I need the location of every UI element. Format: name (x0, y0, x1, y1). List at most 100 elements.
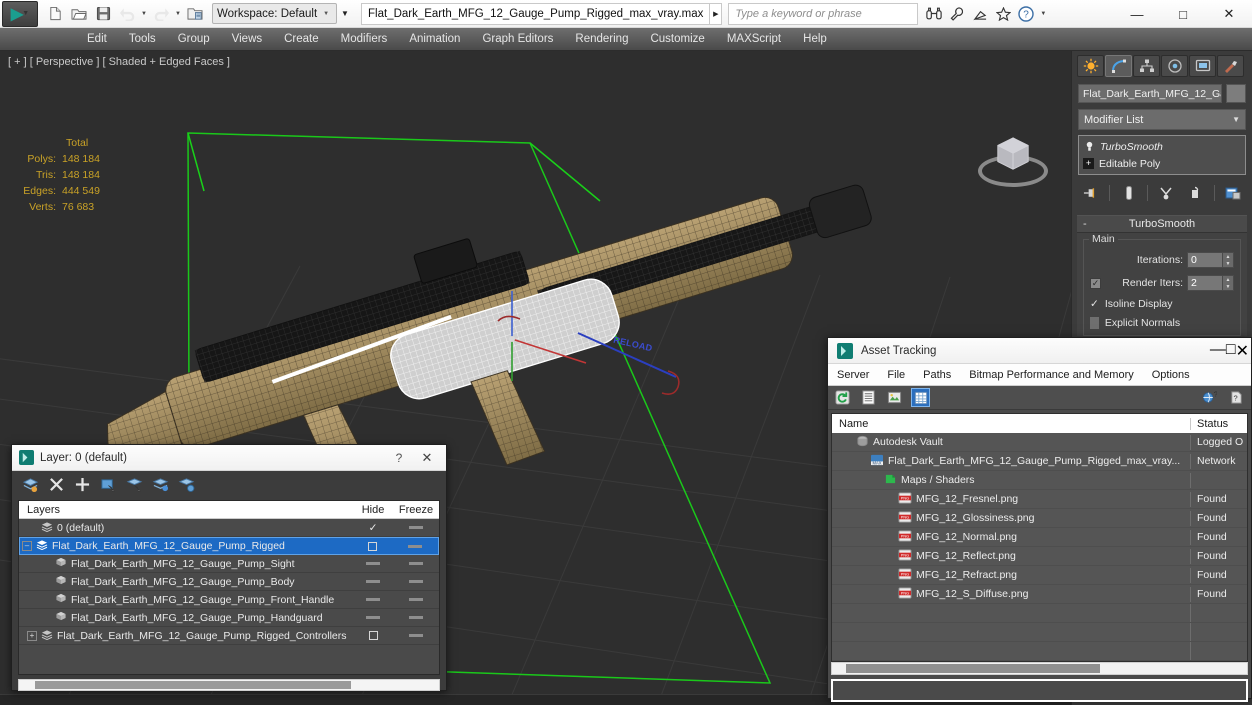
table-row[interactable]: PNG MFG_12_Fresnel.png Found (832, 490, 1247, 509)
refresh-assets-icon[interactable] (834, 389, 851, 406)
layer-freeze-cell[interactable] (393, 526, 439, 529)
spinner-up-icon[interactable]: ▲ (1223, 276, 1233, 283)
checkbox-icon[interactable] (367, 541, 377, 551)
scrollbar-thumb[interactable] (846, 664, 1100, 673)
configure-modifier-sets-icon[interactable] (1222, 182, 1244, 204)
layer-current-check[interactable]: ✓ (353, 522, 393, 534)
modifier-list-dropdown[interactable]: Modifier List ▼ (1078, 109, 1246, 130)
render-iters-spinner[interactable]: 2 ▲ ▼ (1187, 275, 1234, 291)
create-new-layer-icon[interactable] (20, 475, 40, 495)
maximize-button[interactable]: □ (1160, 0, 1206, 28)
menu-item-customize[interactable]: Customize (639, 28, 715, 51)
layer-column-hide[interactable]: Hide (353, 504, 393, 516)
asset-menu-server[interactable]: Server (828, 364, 878, 386)
menu-item-help[interactable]: Help (792, 28, 838, 51)
asset-minimize-button[interactable]: — (1210, 341, 1226, 361)
table-row[interactable]: PNG MFG_12_Glossiness.png Found (832, 509, 1247, 528)
layer-hide-cell[interactable] (353, 616, 393, 619)
filename-dropdown-icon[interactable]: ▶ (710, 2, 723, 25)
table-row[interactable]: Flat_Dark_Earth_MFG_12_Gauge_Pump_Sight (19, 555, 439, 573)
menu-item-maxscript[interactable]: MAXScript (716, 28, 792, 51)
layer-dialog[interactable]: Layer: 0 (default) ? ✕ Layers Hide Freez… (11, 444, 447, 691)
object-name-field[interactable]: Flat_Dark_Earth_MFG_12_Gaug (1078, 84, 1222, 103)
spinner-buttons[interactable]: ▲ ▼ (1223, 275, 1234, 291)
wrench-icon[interactable] (947, 4, 967, 24)
layer-column-layers[interactable]: Layers (19, 504, 353, 516)
help-question-icon[interactable]: ? (1228, 389, 1245, 406)
table-row[interactable]: PNG MFG_12_Reflect.png Found (832, 547, 1247, 566)
open-file-icon[interactable] (68, 3, 90, 25)
layer-dialog-close-button[interactable]: ✕ (412, 450, 442, 466)
layer-freeze-cell[interactable] (393, 616, 439, 619)
table-row[interactable]: 0 (default) ✓ (19, 519, 439, 537)
save-file-icon[interactable] (92, 3, 114, 25)
table-row[interactable]: PNG MFG_12_Normal.png Found (832, 528, 1247, 547)
workspace-dropdown-icon[interactable]: ▼ (337, 3, 353, 24)
add-selection-to-layer-icon[interactable] (72, 475, 92, 495)
satellite-dish-icon[interactable] (970, 4, 990, 24)
table-row[interactable]: – Flat_Dark_Earth_MFG_12_Gauge_Pump_Rigg… (19, 537, 439, 555)
undo-icon[interactable] (116, 3, 138, 25)
scrollbar-thumb[interactable] (35, 681, 351, 689)
redo-dropdown-icon[interactable]: ▼ (174, 11, 182, 17)
modifier-stack[interactable]: TurboSmooth + Editable Poly (1078, 135, 1246, 175)
viewport-label[interactable]: [ + ] [ Perspective ] [ Shaded + Edged F… (8, 56, 230, 68)
expand-icon[interactable]: + (1083, 158, 1094, 169)
minimize-button[interactable]: — (1114, 0, 1160, 28)
layer-freeze-cell[interactable] (393, 634, 439, 637)
menu-item-graph-editors[interactable]: Graph Editors (471, 28, 564, 51)
layer-hide-cell[interactable] (353, 562, 393, 565)
rollout-header[interactable]: - TurboSmooth (1077, 216, 1247, 233)
menu-item-views[interactable]: Views (221, 28, 273, 51)
motion-tab[interactable] (1161, 55, 1188, 77)
table-row[interactable]: + Flat_Dark_Earth_MFG_12_Gauge_Pump_Rigg… (19, 627, 439, 645)
rollout-collapse-icon[interactable]: - (1083, 218, 1087, 230)
iterations-value[interactable]: 0 (1187, 252, 1223, 268)
table-row[interactable]: Flat_Dark_Earth_MFG_12_Gauge_Pump_Handgu… (19, 609, 439, 627)
layer-freeze-cell[interactable] (393, 562, 439, 565)
table-row[interactable]: Autodesk Vault Logged O (832, 433, 1247, 452)
table-view-icon[interactable] (911, 388, 930, 407)
iterations-spinner[interactable]: 0 ▲ ▼ (1187, 252, 1234, 268)
layer-list[interactable]: Layers Hide Freeze 0 (default) ✓ – Flat_… (18, 500, 440, 675)
display-tab[interactable] (1189, 55, 1216, 77)
binoculars-icon[interactable] (924, 4, 944, 24)
redo-icon[interactable] (150, 3, 172, 25)
lightbulb-icon[interactable] (1083, 141, 1095, 153)
help-globe-icon[interactable]: ? (1201, 389, 1218, 406)
chevron-down-icon[interactable]: ▼ (22, 10, 29, 17)
layer-freeze-cell[interactable] (393, 598, 439, 601)
list-view-icon[interactable] (860, 389, 877, 406)
create-tab[interactable] (1077, 55, 1104, 77)
layer-freeze-cell[interactable] (392, 544, 438, 548)
layer-horizontal-scrollbar[interactable] (18, 679, 440, 691)
spinner-buttons[interactable]: ▲ ▼ (1223, 252, 1234, 268)
expand-icon[interactable]: + (27, 630, 37, 641)
table-row[interactable]: PNG MFG_12_Refract.png Found (832, 566, 1247, 585)
explicit-normals-checkbox[interactable]: ✓ (1090, 317, 1099, 329)
help-dropdown-icon[interactable]: ▼ (1039, 11, 1047, 17)
asset-menu-file[interactable]: File (878, 364, 914, 386)
table-row[interactable]: Maps / Shaders (832, 471, 1247, 490)
asset-table[interactable]: Name Status Autodesk Vault Logged O MAX … (831, 413, 1248, 662)
spinner-down-icon[interactable]: ▼ (1223, 260, 1233, 267)
table-row[interactable]: PNG MFG_12_S_Diffuse.png Found (832, 585, 1247, 604)
asset-horizontal-scrollbar[interactable] (831, 662, 1248, 675)
layer-dialog-help-button[interactable]: ? (386, 451, 412, 465)
modify-tab[interactable] (1105, 55, 1132, 77)
pin-stack-icon[interactable] (1080, 182, 1102, 204)
explicit-normals-row[interactable]: ✓ Explicit Normals (1090, 317, 1234, 329)
utilities-tab[interactable] (1217, 55, 1244, 77)
hierarchy-tab[interactable] (1133, 55, 1160, 77)
modifier-stack-item-editable-poly[interactable]: + Editable Poly (1081, 155, 1243, 172)
delete-layer-icon[interactable] (46, 475, 66, 495)
layer-hide-cell[interactable] (353, 631, 393, 640)
select-highlighted-objects-icon[interactable] (124, 475, 144, 495)
view-cube[interactable] (975, 129, 1051, 199)
layer-hide-cell[interactable] (352, 541, 392, 551)
object-color-swatch[interactable] (1226, 84, 1246, 103)
spinner-up-icon[interactable]: ▲ (1223, 253, 1233, 260)
show-end-result-icon[interactable] (1118, 182, 1140, 204)
menu-item-modifiers[interactable]: Modifiers (330, 28, 399, 51)
layer-hide-cell[interactable] (353, 580, 393, 583)
